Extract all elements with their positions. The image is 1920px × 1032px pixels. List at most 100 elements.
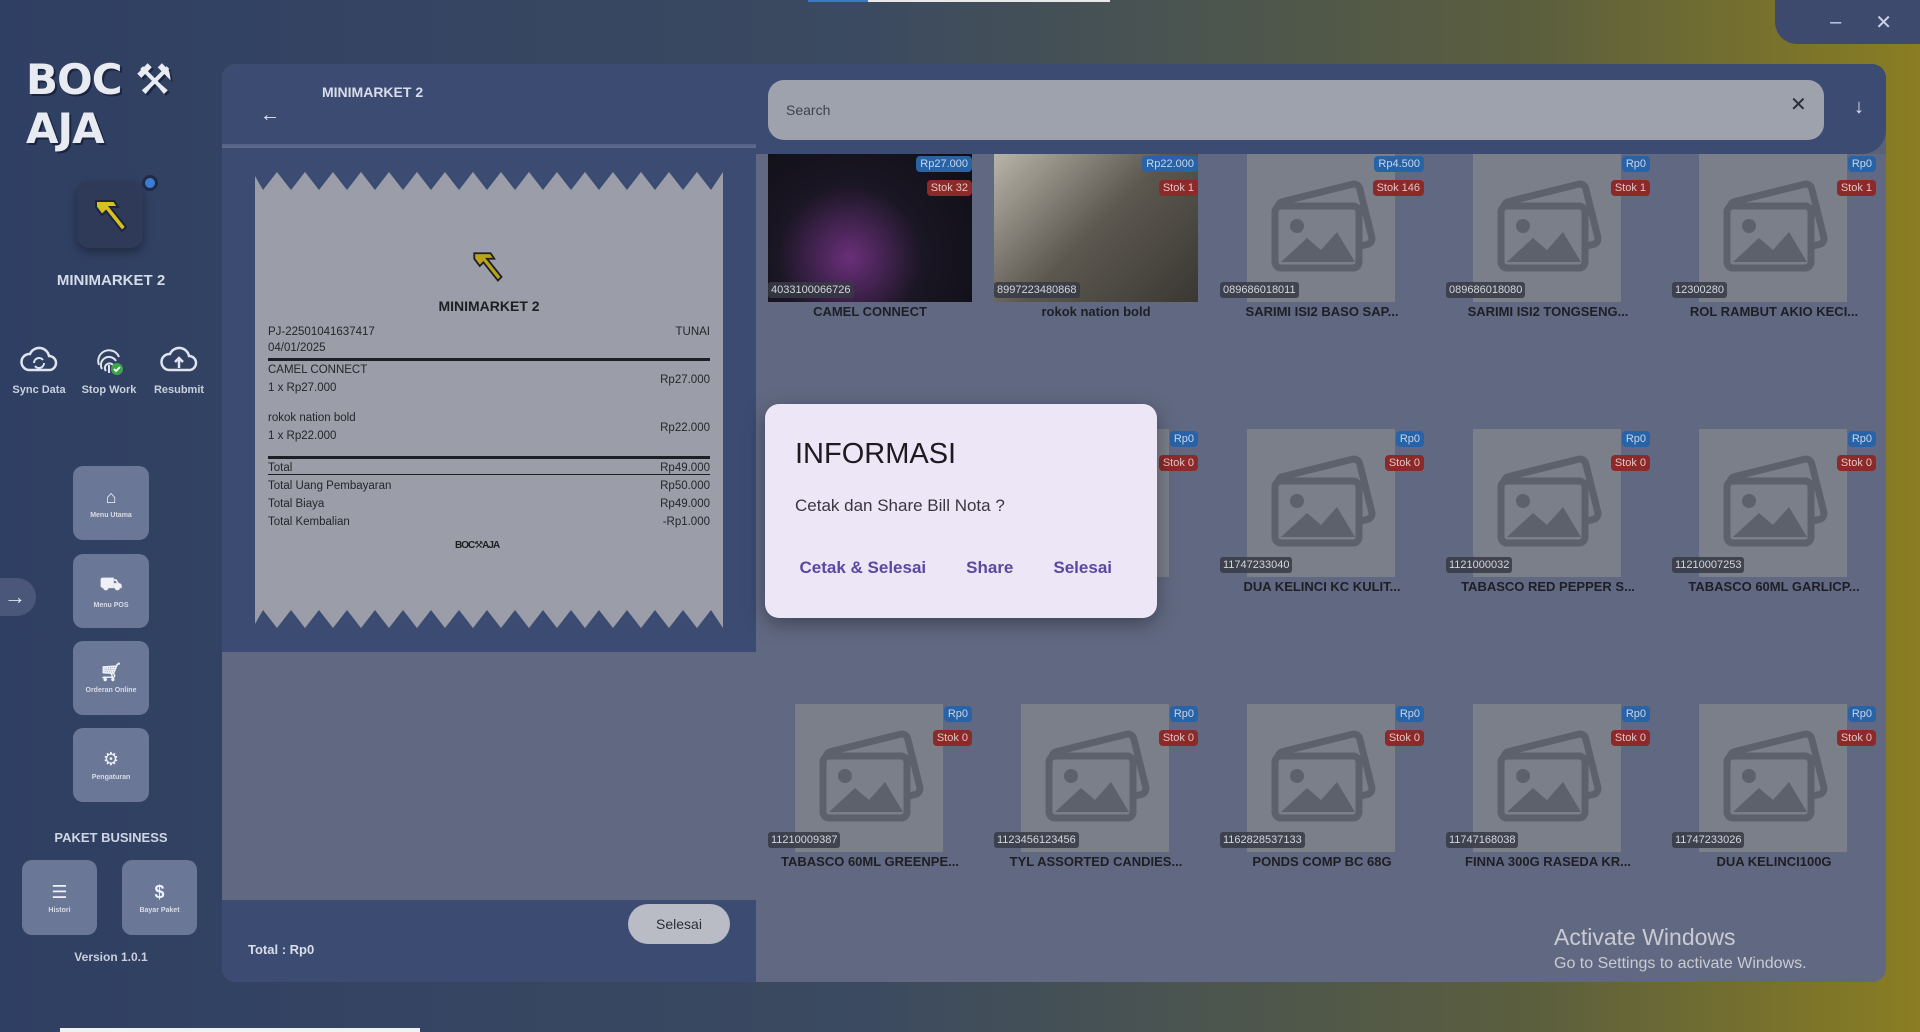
product-card[interactable]: Rp0 Stok 0 1123456123456 TYL ASSORTED CANDI… (994, 704, 1198, 874)
truck-icon: ⛟ (99, 573, 123, 594)
product-code: 8997223480868 (994, 282, 1080, 298)
product-card[interactable]: Rp0 Stok 1 12300280 ROL RAMBUT AKIO KECI... (1672, 154, 1876, 324)
cloud-upload-icon (159, 342, 199, 378)
item-amount: Rp22.000 (660, 422, 710, 434)
receipt-item: rokok nation bold (268, 412, 710, 424)
product-card[interactable]: Rp0 Stok 0 11747168038 FINNA 300G RASEDA KR… (1446, 704, 1650, 874)
product-code: 11747233026 (1672, 832, 1745, 848)
product-name: SARIMI ISI2 TONGSENG... (1467, 304, 1629, 319)
product-code: 11747233040 (1220, 557, 1293, 573)
product-name: CAMEL CONNECT (813, 304, 927, 319)
receipt-divider (268, 456, 710, 459)
menu-utama-button[interactable]: ⌂ Menu Utama (73, 466, 149, 540)
stock-badge: Stok 0 (1610, 455, 1650, 471)
product-card[interactable]: Rp0 Stok 0 1162828537133 PONDS COMP BC 68G (1220, 704, 1424, 874)
product-name: TABASCO RED PEPPER S... (1461, 579, 1635, 594)
app-version: Version 1.0.1 (74, 950, 148, 964)
product-name: DUA KELINCI100G (1716, 854, 1832, 869)
product-card[interactable]: Rp0 Stok 0 11747233026 DUA KELINCI100G (1672, 704, 1876, 874)
orderan-online-button[interactable]: 🛒︎ Orderan Online (73, 641, 149, 715)
price-badge: Rp0 (1395, 431, 1424, 447)
receipt-bottom-edge (255, 610, 723, 630)
image-placeholder-icon (1247, 704, 1395, 852)
stock-badge: Stok 32 (926, 180, 972, 196)
share-button[interactable]: Share (966, 558, 1013, 578)
image-placeholder-icon (1699, 704, 1847, 852)
image-placeholder-icon (1699, 154, 1847, 302)
product-code: 1121000032 (1446, 557, 1513, 573)
menu-pos-button[interactable]: ⛟ Menu POS (73, 554, 149, 628)
product-name: TABASCO 60ML GARLICP... (1688, 579, 1860, 594)
product-code: 1162828537133 (1220, 832, 1305, 848)
price-badge: Rp0 (1847, 156, 1876, 172)
minimize-button[interactable]: – (1830, 11, 1841, 34)
image-placeholder-icon (1021, 704, 1169, 852)
cloud-sync-icon (19, 342, 59, 378)
arrow-down-icon[interactable]: ↓ (1854, 96, 1864, 119)
finish-button[interactable]: Selesai (628, 904, 730, 944)
pengaturan-button[interactable]: ⚙ Pengaturan (73, 728, 149, 802)
gear-icon: ⚙ (102, 749, 120, 769)
histori-label: Histori (48, 906, 71, 914)
product-image (1672, 429, 1876, 577)
menu-utama-label: Menu Utama (90, 512, 132, 519)
product-card[interactable]: Rp22.000 Stok 1 8997223480868 rokok nation … (994, 154, 1198, 324)
pengaturan-label: Pengaturan (91, 774, 131, 781)
product-card[interactable]: Rp0 Stok 0 11747233040 DUA KELINCI KC KULIT… (1220, 429, 1424, 599)
dialog-finish-button[interactable]: Selesai (1053, 558, 1112, 578)
sync-data-button[interactable]: Sync Data (6, 342, 72, 396)
product-code: 4033100066726 (768, 282, 854, 298)
product-card[interactable]: Rp0 Stok 0 11210007253 TABASCO 60ML GARLICP… (1672, 429, 1876, 599)
close-button[interactable]: ✕ (1875, 10, 1892, 35)
price-badge: Rp0 (1169, 706, 1198, 722)
receipt-cost-row: Total Biaya Rp49.000 (268, 498, 710, 510)
price-badge: Rp4.500 (1374, 156, 1424, 172)
stock-badge: Stok 0 (1836, 730, 1876, 746)
cart-header: ← MINIMARKET 2 (222, 64, 756, 146)
stock-badge: Stok 0 (1158, 455, 1198, 471)
search-input[interactable]: Search (768, 80, 1824, 140)
receipt-top-edge (255, 170, 723, 190)
image-placeholder-icon (1473, 704, 1621, 852)
receipt-store-name: MINIMARKET 2 (438, 298, 540, 314)
stop-work-button[interactable]: Stop Work (76, 342, 142, 396)
product-image (1446, 429, 1650, 577)
dialog-title: INFORMASI (795, 438, 957, 470)
clear-search-icon[interactable]: ✕ (1790, 92, 1807, 117)
cart-title: MINIMARKET 2 (322, 84, 424, 100)
resubmit-button[interactable]: Resubmit (146, 342, 212, 396)
receipt: MINIMARKET 2 PJ-22501041637417 TUNAI 04/… (255, 170, 723, 630)
product-image (1220, 429, 1424, 577)
paid-label: Total Uang Pembayaran (268, 480, 392, 492)
product-code: 089686018080 (1446, 282, 1526, 298)
product-card[interactable]: Rp0 Stok 1 089686018080 SARIMI ISI2 TONGSEN… (1446, 154, 1650, 324)
receipt-area: MINIMARKET 2 PJ-22501041637417 TUNAI 04/… (222, 148, 756, 652)
product-code: 089686018011 (1220, 282, 1299, 298)
taskbar-active (808, 0, 868, 2)
print-finish-button[interactable]: Cetak & Selesai (800, 558, 927, 578)
product-image (1672, 704, 1876, 852)
invoice-number: PJ-22501041637417 (268, 326, 375, 338)
product-card[interactable]: Rp4.500 Stok 146 089686018011 SARIMI ISI2 B… (1220, 154, 1424, 324)
product-card[interactable]: Rp0 Stok 0 1121000032 TABASCO RED PEPPER S.… (1446, 429, 1650, 599)
store-avatar (77, 182, 143, 248)
total-value: Rp49.000 (660, 462, 710, 474)
product-name: rokok nation bold (1041, 304, 1151, 319)
bayar-paket-button[interactable]: $ Bayar Paket (122, 860, 197, 935)
bayar-paket-label: Bayar Paket (139, 906, 180, 914)
paket-title: PAKET BUSINESS (54, 830, 168, 845)
product-card[interactable]: Rp0 Stok 0 11210009387 TABASCO 60ML GREENPE… (768, 704, 972, 874)
product-name: SARIMI ISI2 BASO SAP... (1245, 304, 1399, 319)
receipt-item: CAMEL CONNECT (268, 364, 710, 376)
receipt-date-row: 04/01/2025 (268, 342, 710, 354)
stock-badge: Stok 146 (1372, 180, 1424, 196)
stock-badge: Stok 0 (1384, 730, 1424, 746)
product-image (994, 704, 1198, 852)
sync-data-label: Sync Data (12, 384, 66, 396)
window-controls: – ✕ (1775, 0, 1920, 44)
cart-icon: 🛒︎ (99, 662, 123, 682)
home-icon: ⌂ (105, 487, 117, 507)
product-card[interactable]: Rp27.000 Stok 32 4033100066726 CAMEL CONNEC… (768, 154, 972, 324)
histori-button[interactable]: ☰ Histori (22, 860, 97, 935)
back-arrow-icon[interactable]: ← (260, 104, 280, 127)
